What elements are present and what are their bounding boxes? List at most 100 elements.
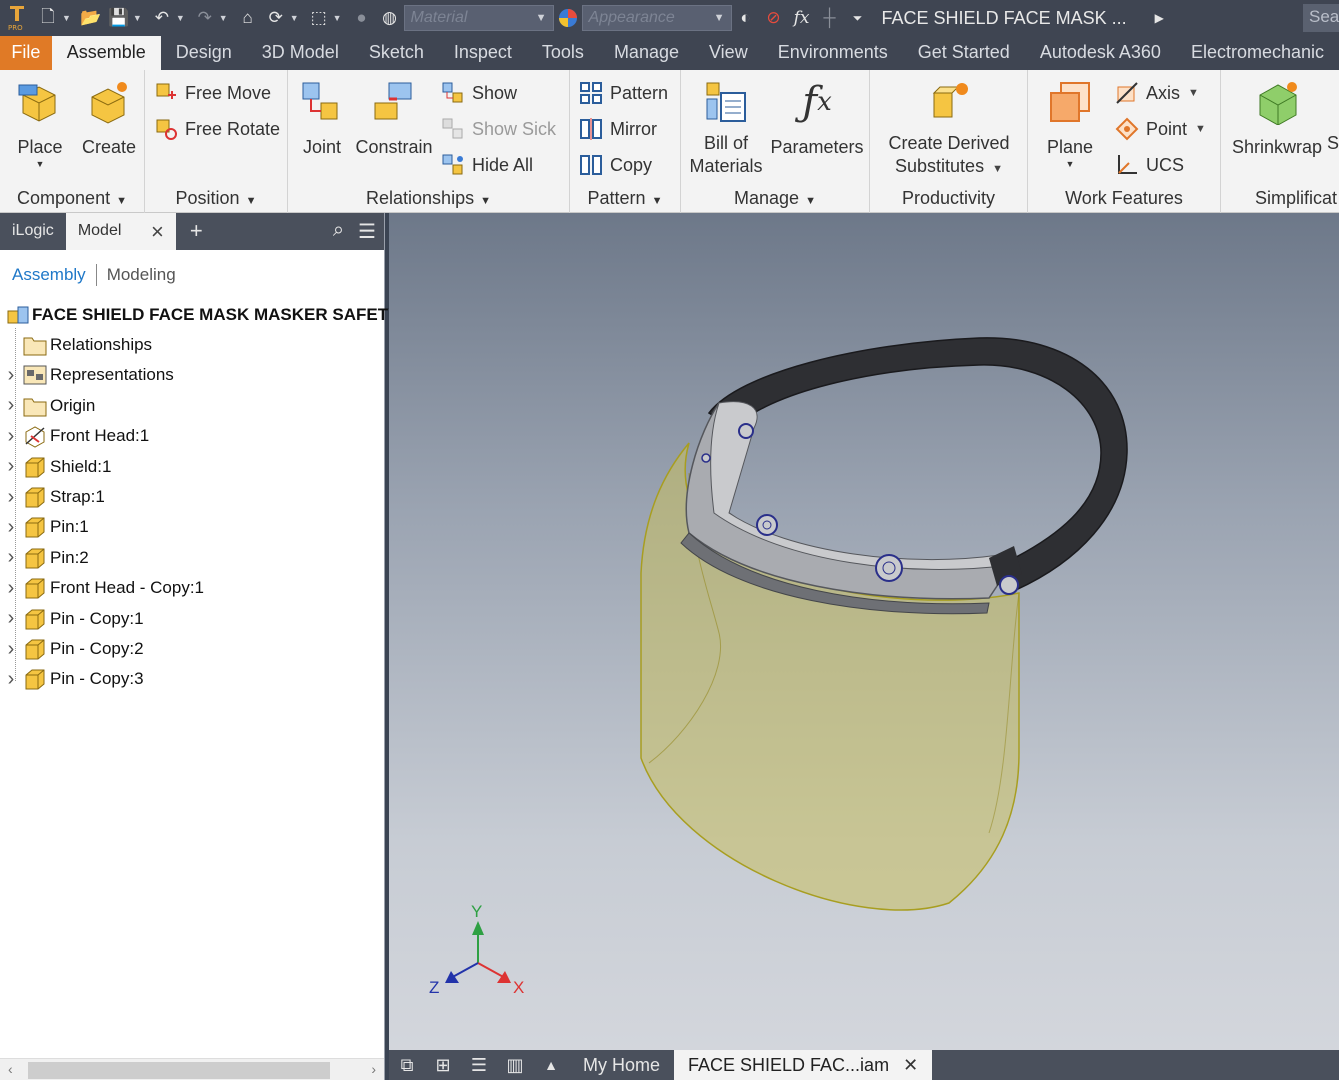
mirror-button[interactable]: Mirror <box>578 114 657 144</box>
title-arrow-icon[interactable]: ▶ <box>1155 11 1164 25</box>
appearance-ball-icon[interactable]: ◍ <box>376 5 404 31</box>
view-triad[interactable]: Y X Z <box>429 902 524 997</box>
tab-3d-model[interactable]: 3D Model <box>247 36 354 70</box>
expand-chevron-icon[interactable]: › <box>0 668 22 691</box>
new-dropdown-icon[interactable]: ▼ <box>62 13 71 23</box>
tile-windows-icon[interactable]: ⊞ <box>425 1050 461 1080</box>
add-browser-tab-icon[interactable]: + <box>176 213 217 250</box>
tree-item[interactable]: › Pin:2 <box>0 543 89 573</box>
relationships-panel-label[interactable]: Relationships ▼ <box>288 188 569 209</box>
scrollbar-thumb[interactable] <box>28 1062 330 1079</box>
free-rotate-button[interactable]: Free Rotate <box>153 114 280 144</box>
tree-item[interactable]: › Pin - Copy:2 <box>0 634 144 664</box>
redo-icon[interactable]: ↷ <box>191 5 219 31</box>
select-dropdown-icon[interactable]: ▼ <box>333 13 342 23</box>
appearance-select[interactable]: Appearance ▼ <box>581 5 732 31</box>
tree-item[interactable]: › Shield:1 <box>0 452 111 482</box>
tree-item[interactable]: › Origin <box>0 391 95 421</box>
tab-environments[interactable]: Environments <box>763 36 903 70</box>
expand-chevron-icon[interactable]: › <box>0 577 22 600</box>
measure-icon[interactable]: ┼ <box>816 5 844 31</box>
tree-item[interactable]: › Front Head - Copy:1 <box>0 573 204 603</box>
copy-button[interactable]: Copy <box>578 150 652 180</box>
joint-button[interactable]: Joint <box>298 76 346 159</box>
create-derived-substitutes-button[interactable]: Create Derived Substitutes ▼ <box>884 76 1014 181</box>
home-icon[interactable]: ⌂ <box>234 5 262 31</box>
tab-inspect[interactable]: Inspect <box>439 36 527 70</box>
face-shield-model[interactable]: Y X Z <box>389 213 1339 1050</box>
select-icon[interactable]: ⬚ <box>305 5 333 31</box>
constrain-button[interactable]: Constrain <box>354 76 434 159</box>
tab-sketch[interactable]: Sketch <box>354 36 439 70</box>
tab-view[interactable]: View <box>694 36 763 70</box>
graphics-viewport[interactable]: Y X Z <box>389 213 1339 1050</box>
expand-chevron-icon[interactable]: › <box>0 607 22 630</box>
new-icon[interactable]: 🗋 <box>34 5 62 31</box>
save-icon[interactable]: 💾 <box>105 5 133 31</box>
modeling-mode-link[interactable]: Modeling <box>107 265 176 285</box>
scroll-right-icon[interactable]: › <box>371 1061 376 1077</box>
save-dropdown-icon[interactable]: ▼ <box>133 13 142 23</box>
tree-item[interactable]: › Pin - Copy:1 <box>0 604 144 634</box>
expand-chevron-icon[interactable]: › <box>0 516 22 539</box>
assembly-mode-link[interactable]: Assembly <box>12 265 86 285</box>
horizontal-scrollbar[interactable]: ‹ › <box>0 1058 384 1080</box>
point-button[interactable]: Point ▼ <box>1114 114 1206 144</box>
color-override-icon[interactable]: ● <box>348 5 376 31</box>
show-sick-button[interactable]: Show Sick <box>440 114 556 144</box>
scroll-left-icon[interactable]: ‹ <box>8 1061 13 1077</box>
tree-root-assembly[interactable]: FACE SHIELD FACE MASK MASKER SAFETY. <box>4 300 402 330</box>
fx-icon[interactable]: fx <box>788 5 816 31</box>
expand-chevron-icon[interactable]: › <box>0 364 22 387</box>
show-button[interactable]: Show <box>440 78 517 108</box>
expand-chevron-icon[interactable]: › <box>0 394 22 417</box>
tab-model[interactable]: Model × <box>65 213 176 250</box>
tab-ilogic[interactable]: iLogic <box>0 213 66 250</box>
pattern-button[interactable]: Pattern <box>578 78 668 108</box>
tab-design[interactable]: Design <box>161 36 247 70</box>
update-icon[interactable]: ⟳ <box>262 5 290 31</box>
place-button[interactable]: Place ▼ <box>10 76 70 169</box>
ucs-button[interactable]: UCS <box>1114 150 1184 180</box>
tile-vertical-icon[interactable]: ▥ <box>497 1050 533 1080</box>
expand-chevron-icon[interactable]: › <box>0 638 22 661</box>
tree-item[interactable]: › Pin - Copy:3 <box>0 664 144 694</box>
update-dropdown-icon[interactable]: ▼ <box>290 13 299 23</box>
appearance-icon[interactable] <box>554 5 582 31</box>
axis-button[interactable]: Axis ▼ <box>1114 78 1199 108</box>
tree-item[interactable]: › Relationships <box>0 330 152 360</box>
menu-icon[interactable]: ☰ <box>358 219 376 244</box>
tab-active-document[interactable]: FACE SHIELD FAC...iam ✕ <box>674 1050 933 1080</box>
close-icon[interactable]: × <box>151 219 164 245</box>
undo-icon[interactable]: ↶ <box>148 5 176 31</box>
tab-file[interactable]: File <box>0 36 52 70</box>
search-field[interactable]: Sea <box>1303 4 1339 32</box>
clear-appearance-icon[interactable]: ⊘ <box>760 5 788 31</box>
tab-assemble[interactable]: Assemble <box>51 36 161 70</box>
tree-item[interactable]: › Pin:1 <box>0 512 89 542</box>
create-button[interactable]: Create <box>78 76 140 159</box>
material-select[interactable]: Material ▼ <box>403 5 554 31</box>
expand-chevron-icon[interactable]: › <box>0 546 22 569</box>
customize-qat-icon[interactable]: ⏷ <box>844 5 872 31</box>
inventor-logo-icon[interactable]: PRO <box>0 5 34 32</box>
tab-autodesk-a360[interactable]: Autodesk A360 <box>1025 36 1176 70</box>
hide-all-button[interactable]: Hide All <box>440 150 533 180</box>
position-panel-label[interactable]: Position ▼ <box>145 188 287 209</box>
tree-item[interactable]: › Representations <box>0 360 174 390</box>
cascade-windows-icon[interactable]: ⧉ <box>389 1050 425 1080</box>
plane-button[interactable]: Plane ▼ <box>1042 76 1098 169</box>
parameters-button[interactable]: ƒx Parameters <box>769 76 865 159</box>
tab-tools[interactable]: Tools <box>527 36 599 70</box>
redo-dropdown-icon[interactable]: ▼ <box>219 13 228 23</box>
pattern-panel-label[interactable]: Pattern ▼ <box>570 188 680 209</box>
tab-get-started[interactable]: Get Started <box>903 36 1025 70</box>
component-panel-label[interactable]: Component ▼ <box>0 188 144 209</box>
shrinkwrap-button[interactable]: Shrinkwrap <box>1227 76 1327 159</box>
expand-tabs-icon[interactable]: ▲ <box>533 1050 569 1080</box>
tile-horizontal-icon[interactable]: ☰ <box>461 1050 497 1080</box>
close-icon[interactable]: ✕ <box>903 1055 918 1080</box>
expand-chevron-icon[interactable]: › <box>0 425 22 448</box>
expand-chevron-icon[interactable]: › <box>0 486 22 509</box>
tree-item[interactable]: › Strap:1 <box>0 482 105 512</box>
